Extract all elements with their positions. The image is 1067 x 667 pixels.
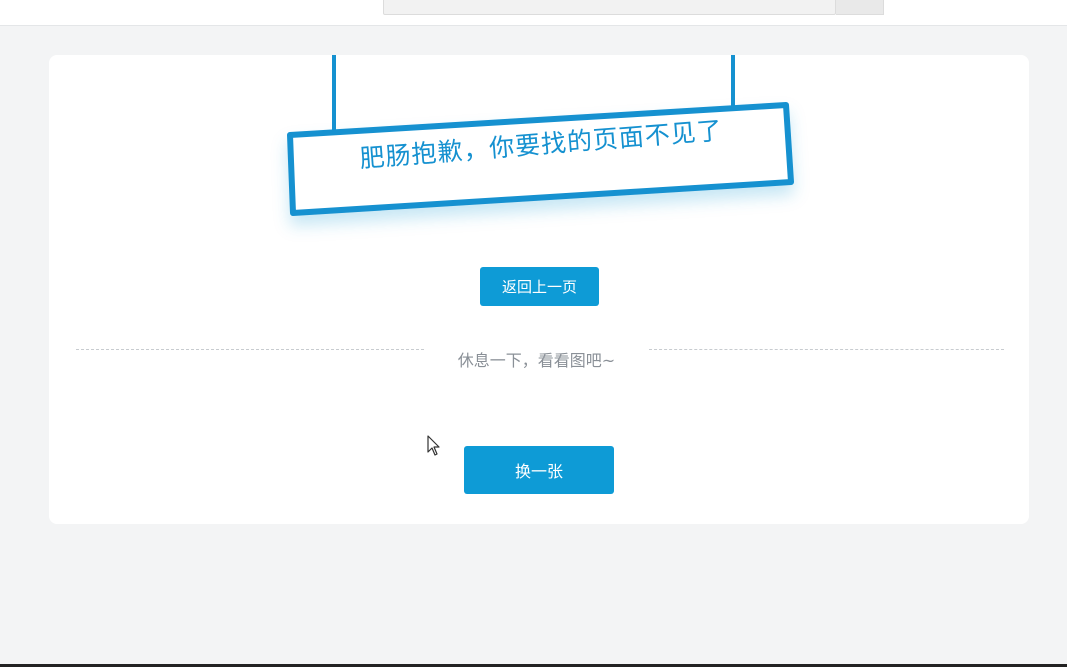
divider-text: 休息一下，看看图吧~ — [457, 351, 616, 370]
back-button[interactable]: 返回上一页 — [480, 267, 599, 306]
divider-right — [649, 349, 1004, 350]
search-input[interactable] — [383, 0, 836, 15]
change-image-button[interactable]: 换一张 — [464, 446, 614, 494]
top-navigation-bar — [0, 0, 1067, 26]
divider-left — [76, 349, 424, 350]
search-button[interactable] — [836, 0, 884, 15]
not-found-card: 肥肠抱歉，你要找的页面不见了 返回上一页 休息一下，看看图吧~ 换一张 — [49, 55, 1029, 524]
mouse-cursor-icon — [427, 435, 440, 456]
